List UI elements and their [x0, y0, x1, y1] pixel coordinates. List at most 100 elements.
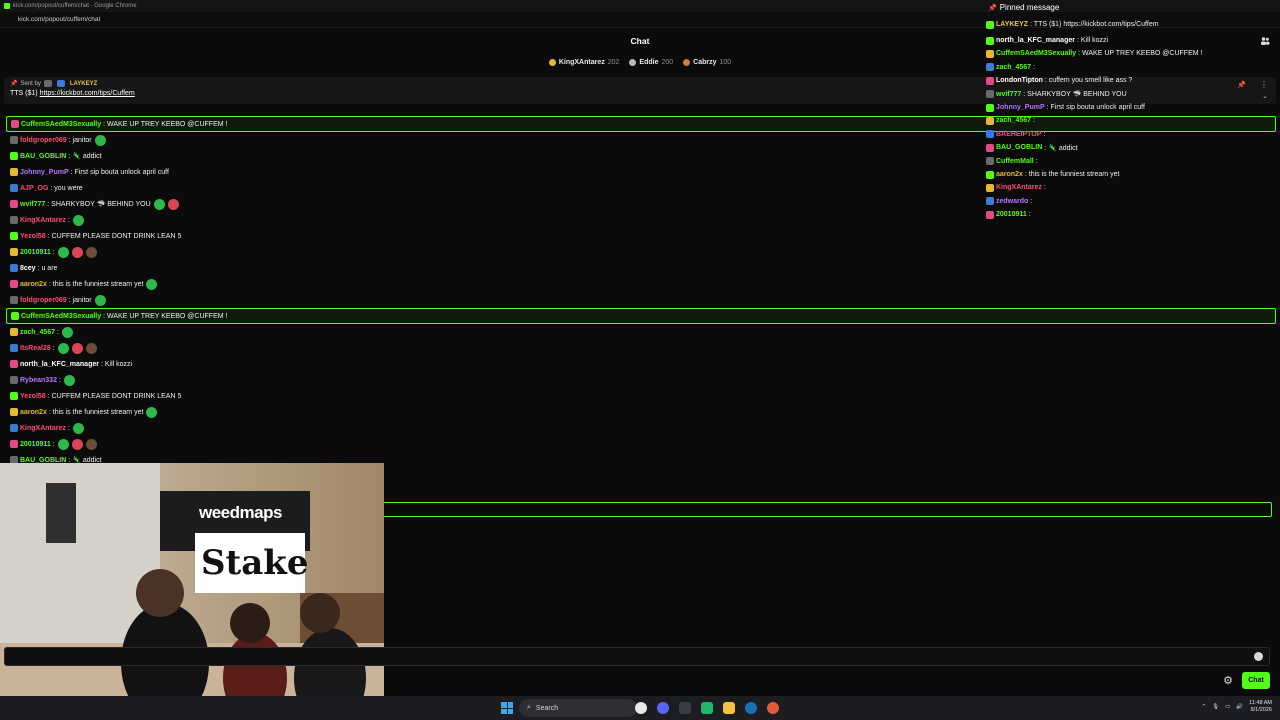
chat-username[interactable]: 20010911: [20, 441, 51, 448]
chat-message-row[interactable]: Yezol58: CUFFEM PLEASE DONT DRINK LEAN 5: [6, 388, 1276, 404]
leaderboard-count: 202: [607, 58, 620, 66]
popout-username[interactable]: CuffemMall: [996, 158, 1034, 165]
chat-username[interactable]: CuffemSAedM3Sexually: [21, 313, 101, 320]
emote-icon: [71, 246, 83, 258]
popout-username[interactable]: 20010911: [996, 211, 1027, 218]
chat-message-text: : First sip bouta unlock april cuff: [70, 168, 169, 176]
popout-username[interactable]: zach_4567: [996, 64, 1031, 71]
network-icon[interactable]: ▭: [1225, 704, 1230, 710]
chat-username[interactable]: ItsReal28: [20, 345, 51, 352]
chat-message-row[interactable]: CuffemSAedM3Sexually: WAKE UP TREY KEEBO…: [6, 308, 1276, 324]
chat-message-row[interactable]: 20010911:: [6, 436, 1276, 452]
popout-username[interactable]: north_la_KFC_manager: [996, 37, 1075, 44]
leaderboard-item[interactable]: Cabrzy 100: [683, 58, 731, 66]
leaderboard-item[interactable]: Eddie 200: [629, 58, 673, 66]
popout-username[interactable]: zedwardo: [996, 198, 1028, 205]
steam-icon[interactable]: [745, 702, 757, 714]
chat-message-input[interactable]: [4, 647, 1270, 666]
chat-message-text: : CUFFEM PLEASE DONT DRINK LEAN 5: [47, 232, 182, 240]
badge-icon: [986, 63, 994, 72]
popout-username[interactable]: BAEHEIPTOP: [996, 131, 1041, 138]
chat-username[interactable]: BAU_GOBLIN: [20, 153, 66, 160]
popout-username[interactable]: Johnny_PumP: [996, 104, 1045, 111]
chat-message-row[interactable]: north_la_KFC_manager: Kill kozzi: [6, 356, 1276, 372]
badge-icon: [10, 152, 18, 160]
app-icon[interactable]: [701, 702, 713, 714]
chrome-active-icon[interactable]: [767, 702, 779, 714]
chat-username[interactable]: AJP_OG: [20, 185, 48, 192]
app-icon[interactable]: [679, 702, 691, 714]
popout-message-row: north_la_KFC_manager: Kill kozzi: [986, 34, 1108, 47]
chat-username[interactable]: aaron2x: [20, 281, 47, 288]
badge-icon: [986, 143, 994, 152]
file-explorer-icon[interactable]: [723, 702, 735, 714]
popout-username[interactable]: wvif777: [996, 91, 1021, 98]
popout-username[interactable]: CuffemSAedM3Sexually: [996, 50, 1076, 57]
popout-message: : this is the funniest stream yet: [1024, 171, 1120, 178]
chat-username[interactable]: zach_4567: [20, 329, 55, 336]
badge-icon: [56, 80, 65, 87]
chat-username[interactable]: wvif777: [20, 201, 45, 208]
chat-username[interactable]: Yezol58: [20, 233, 46, 240]
chat-username[interactable]: KingXAntarez: [20, 217, 66, 224]
chat-message-text: : CUFFEM PLEASE DONT DRINK LEAN 5: [47, 392, 182, 400]
emote-icon: [72, 214, 84, 226]
pin-icon: 📌: [10, 81, 18, 87]
discord-icon[interactable]: [657, 702, 669, 714]
gear-icon[interactable]: ⚙: [1222, 675, 1234, 687]
pinned-link[interactable]: https://kickbot.com/tips/Cuffem: [40, 90, 135, 97]
chat-message-row[interactable]: ItsReal28:: [6, 340, 1276, 356]
chevron-up-icon[interactable]: ⌃: [1202, 704, 1207, 710]
pinned-sender[interactable]: LAYKEYZ: [70, 81, 97, 87]
badge-icon: [986, 183, 994, 192]
popout-username[interactable]: LondonTipton: [996, 77, 1043, 84]
send-chat-button[interactable]: Chat: [1242, 672, 1270, 689]
popout-message-row: KingXAntarez:: [986, 181, 1046, 194]
chat-username[interactable]: 20010911: [20, 249, 51, 256]
chat-message-text: :: [67, 216, 70, 224]
chat-message-row[interactable]: aaron2x: this is the funniest stream yet: [6, 404, 1276, 420]
chat-username[interactable]: KingXAntarez: [20, 425, 66, 432]
popout-username[interactable]: KingXAntarez: [996, 184, 1042, 191]
popout-message: : SHARKYBOY 🦈 BEHIND YOU: [1023, 91, 1127, 99]
chat-username[interactable]: Rybean332: [20, 377, 57, 384]
chat-message-row[interactable]: KingXAntarez:: [6, 420, 1276, 436]
chat-username[interactable]: 8cey: [20, 265, 36, 272]
stream-video[interactable]: weedmaps Stake: [0, 463, 384, 720]
chat-username[interactable]: foldgroper069: [20, 137, 67, 144]
popout-username[interactable]: zach_4567: [996, 117, 1031, 124]
chrome-icon[interactable]: [635, 702, 647, 714]
emote-icon: [71, 438, 83, 450]
microphone-icon[interactable]: 🎙: [1212, 704, 1219, 710]
chat-message-row[interactable]: aaron2x: this is the funniest stream yet: [6, 276, 1276, 292]
popout-username[interactable]: aaron2x: [996, 171, 1023, 178]
chat-message-row[interactable]: Rybean332:: [6, 372, 1276, 388]
popout-message: :: [1043, 184, 1046, 192]
chat-message-row[interactable]: 8cey: u are: [6, 260, 1276, 276]
video-sign-text: Stake: [201, 543, 309, 583]
windows-start-icon[interactable]: [501, 702, 513, 714]
popout-username[interactable]: BAU_GOBLIN: [996, 144, 1042, 151]
taskbar-search[interactable]: ⌕ Search: [519, 699, 637, 717]
chat-message-row[interactable]: zach_4567:: [6, 324, 1276, 340]
chat-username[interactable]: CuffemSAedM3Sexually: [21, 121, 101, 128]
badge-icon: [10, 136, 18, 144]
chat-username[interactable]: aaron2x: [20, 409, 47, 416]
emoji-icon[interactable]: [1254, 652, 1263, 661]
chat-username[interactable]: Yezol58: [20, 393, 46, 400]
leaderboard-item[interactable]: KingXAntarez 202: [548, 58, 620, 66]
chat-username[interactable]: north_la_KFC_manager: [20, 361, 99, 368]
badge-icon: [986, 36, 994, 45]
popout-message-row: CuffemMall:: [986, 155, 1038, 168]
chat-message-text: :: [52, 344, 55, 352]
chat-message-row[interactable]: 20010911:: [6, 244, 1276, 260]
popout-message: : Kill kozzi: [1076, 37, 1109, 44]
popout-username[interactable]: LAYKEYZ: [996, 21, 1028, 28]
volume-icon[interactable]: 🔊: [1236, 704, 1243, 710]
clock[interactable]: 11:48 AM 8/1/2026: [1249, 700, 1272, 714]
chat-username[interactable]: Johnny_PumP: [20, 169, 69, 176]
chat-message-row[interactable]: Yezol58: CUFFEM PLEASE DONT DRINK LEAN 5: [6, 228, 1276, 244]
chat-username[interactable]: foldgroper069: [20, 297, 67, 304]
chat-message-row[interactable]: foldgroper069: janitor: [6, 292, 1276, 308]
crown-icon: [548, 58, 556, 66]
